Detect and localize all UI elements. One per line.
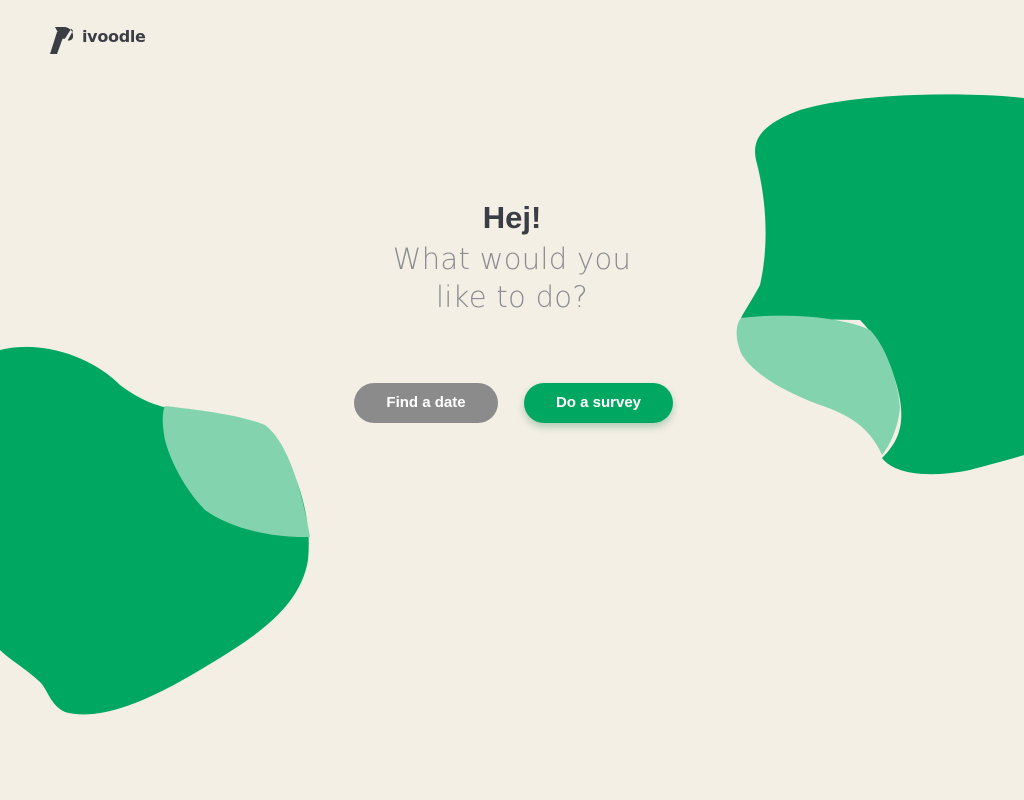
ivoodle-logo[interactable]: ivoodle xyxy=(48,26,146,56)
prompt-line-2: like to do? xyxy=(435,280,589,314)
prompt-text: What would you like to do? xyxy=(312,240,712,316)
do-a-survey-button[interactable]: Do a survey xyxy=(524,383,673,423)
hero-section: Hej! What would you like to do? xyxy=(312,196,712,316)
right-green-blob xyxy=(736,94,1024,475)
prompt-line-1: What would you xyxy=(392,242,632,276)
decorative-background-blobs xyxy=(0,94,1024,715)
left-green-blob xyxy=(0,346,310,715)
ivoodle-logo-icon xyxy=(50,27,73,54)
brand-name: ivoodle xyxy=(82,27,146,46)
find-a-date-button[interactable]: Find a date xyxy=(354,383,498,423)
greeting-heading: Hej! xyxy=(482,200,542,235)
